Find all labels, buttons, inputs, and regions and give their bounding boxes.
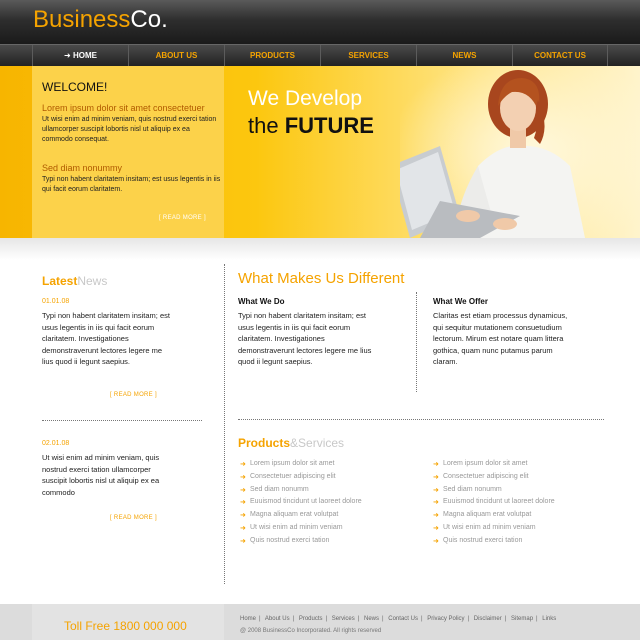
list-item[interactable]: ➜ Sed diam nonumm [433,486,555,499]
logo-co: Co. [130,6,168,33]
list-item[interactable]: ➜ Ut wisi enim ad minim veniam [240,524,362,537]
copyright-text: @ 2008 BusinessCo Incorporated. All righ… [240,628,382,634]
arrow-right-icon: ➜ [64,51,71,60]
hero-headline: We Develop [248,87,363,110]
footer-link-about-us[interactable]: About Us [265,616,290,622]
footer-link-news[interactable]: News [364,616,379,622]
list-item[interactable]: ➜ Lorem ipsum dolor sit amet [240,460,362,473]
different-title: What Makes Us Different [238,270,405,287]
arrow-right-icon: ➜ [240,461,246,468]
footer-link-contact-us[interactable]: Contact Us [388,616,418,622]
site-logo[interactable]: BusinessCo. [33,6,168,34]
nav-about-us[interactable]: ABOUT US [128,45,224,67]
welcome-title: WELCOME! [42,80,108,94]
arrow-right-icon: ➜ [240,537,246,545]
nav-news[interactable]: NEWS [416,45,512,67]
footer-link-links[interactable]: Links [542,616,556,622]
list-item[interactable]: ➜ Quis nostrud exerci tation [240,537,362,550]
news-text-2: Ut wisi enim ad minim veniam, quis nostr… [42,453,160,497]
arrow-right-icon: ➜ [433,512,439,520]
news-read-more-1[interactable]: [ READ MORE ] [110,392,157,398]
toll-free-number: Toll Free 1800 000 000 [64,619,187,633]
welcome-heading-1: Lorem ipsum dolor sit amet consectetuer [42,103,205,113]
column-divider [224,264,225,584]
footer-link-products[interactable]: Products [299,616,323,622]
news-date-1: 01.01.08 [42,298,70,305]
products-list-right: ➜ Lorem ipsum dolor sit amet ➜ Consectetue… [433,460,555,550]
list-item[interactable]: ➜ Consectetuer adipiscing elit [433,473,555,486]
news-text-1: Typi non habent claritatem insitam; est … [42,311,170,366]
list-item[interactable]: ➜ Quis nostrud exerci tation [433,537,555,550]
main-nav: ➜ HOME ABOUT US PRODUCTS SERVICES NEWS C… [0,44,640,67]
arrow-right-icon: ➜ [433,461,439,468]
list-item[interactable]: ➜ Magna aliquam erat volutpat [240,511,362,524]
footer-link-disclaimer[interactable]: Disclaimer [474,616,502,622]
arrow-right-icon: ➜ [240,499,246,507]
hero-subheadline: the FUTURE [248,113,374,138]
arrow-right-icon: ➜ [433,537,439,545]
nav-home[interactable]: ➜ HOME [32,45,128,67]
header-bar: BusinessCo. [0,0,640,44]
list-item[interactable]: ➜ Magna aliquam erat volutpat [433,511,555,524]
list-item[interactable]: ➜ Lorem ipsum dolor sit amet [433,460,555,473]
arrow-right-icon: ➜ [240,524,246,532]
hero-photo-woman-laptop [400,66,640,238]
arrow-right-icon: ➜ [433,486,439,494]
welcome-read-more-link[interactable]: [ READ MORE ] [159,215,206,221]
list-item[interactable]: ➜ Consectetuer adipiscing elit [240,473,362,486]
what-we-do-text: Typi non habent claritatem insitam; est … [238,311,372,366]
latest-news-title: LatestNews [42,274,108,288]
list-item[interactable]: ➜ Euuismod tincidunt ut laoreet dolore [433,498,555,511]
what-we-offer-text: Claritas est etiam processus dynamicus, … [433,311,568,366]
news-read-more-2[interactable]: [ READ MORE ] [110,515,157,521]
footer-links: Home | About Us | Products | Services | News… [240,616,557,622]
news-date-2: 02.01.08 [42,440,70,447]
welcome-panel: WELCOME! Lorem ipsum dolor sit amet cons… [32,66,224,238]
content-top-band [0,238,640,260]
news-divider [42,420,202,421]
arrow-right-icon: ➜ [240,512,246,520]
welcome-heading-2: Sed diam nonummy [42,163,123,173]
arrow-right-icon: ➜ [433,499,439,507]
footer-link-privacy-policy[interactable]: Privacy Policy [427,616,464,622]
arrow-right-icon: ➜ [433,524,439,532]
products-services-title: Products&Services [238,436,345,450]
list-item[interactable]: ➜ Ut wisi enim ad minim veniam [433,524,555,537]
footer-link-services[interactable]: Services [332,616,355,622]
welcome-text-2: Typi non habent claritatem insitam; est … [42,176,221,193]
footer-link-sitemap[interactable]: Sitemap [511,616,533,622]
logo-business: Business [33,6,131,33]
arrow-right-icon: ➜ [240,486,246,494]
nav-contact-us[interactable]: CONTACT US [512,45,608,67]
products-list-left: ➜ Lorem ipsum dolor sit amet ➜ Consectetue… [240,460,362,550]
what-we-do-heading: What We Do [238,297,285,306]
welcome-text-1: Ut wisi enim ad minim veniam, quis nostr… [42,116,217,143]
footer-link-home[interactable]: Home [240,616,256,622]
arrow-right-icon: ➜ [433,473,439,481]
what-we-offer-heading: What We Offer [433,297,488,306]
nav-services[interactable]: SERVICES [320,45,416,67]
arrow-right-icon: ➜ [240,473,246,481]
list-item[interactable]: ➜ Euuismod tincidunt ut laoreet dolore [240,498,362,511]
nav-products[interactable]: PRODUCTS [224,45,320,67]
list-item[interactable]: ➜ Sed diam nonumm [240,486,362,499]
different-divider [416,292,417,392]
products-divider [238,419,604,420]
